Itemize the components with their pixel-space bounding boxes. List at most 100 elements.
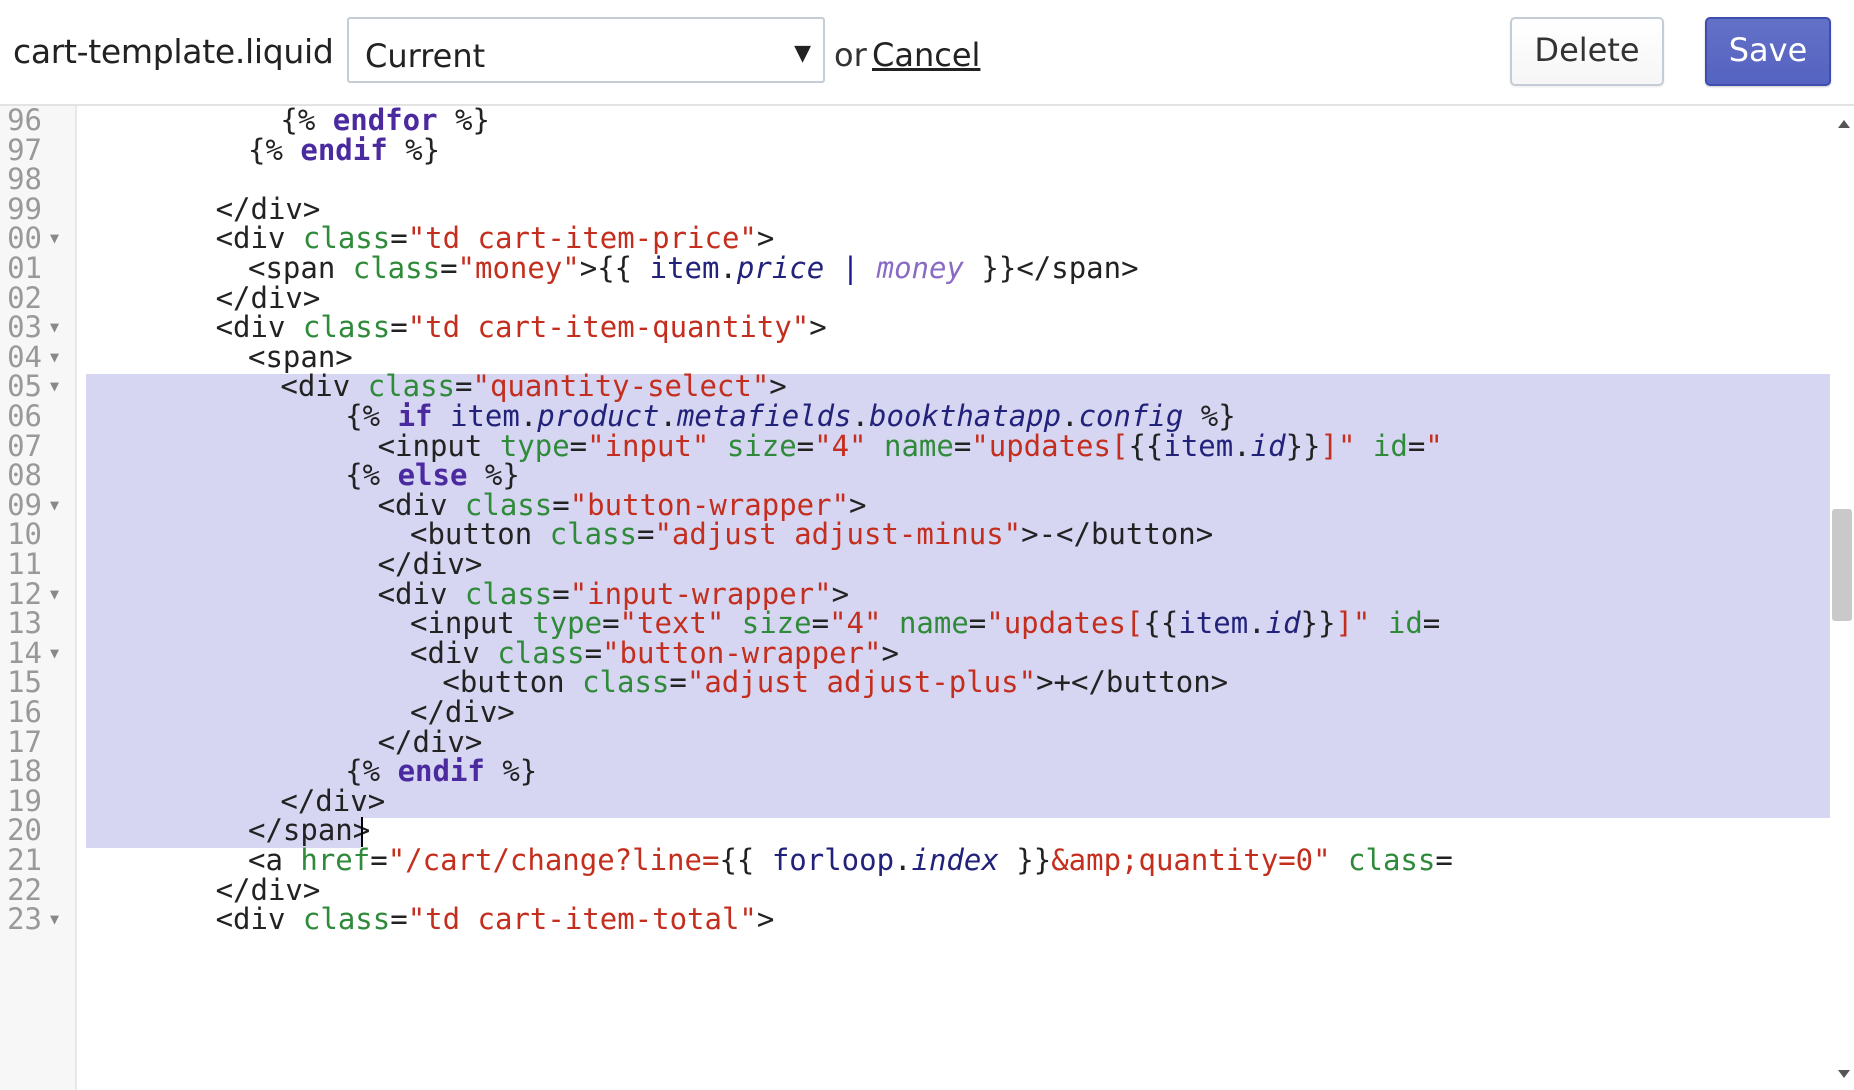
code-token: id <box>1387 606 1423 641</box>
code-token: = <box>669 665 687 700</box>
code-token: &amp;quantity=0" <box>1051 843 1331 877</box>
code-token: {% <box>248 132 301 167</box>
code-token: > <box>756 902 775 937</box>
version-select[interactable]: Current ▼ <box>347 17 825 83</box>
code-token: item <box>1178 606 1249 641</box>
code-token: %} <box>387 132 441 167</box>
code-token: = <box>1422 606 1441 641</box>
code-token: "updates[ <box>971 428 1129 463</box>
code-token: class <box>549 517 637 552</box>
code-token: <div <box>215 902 303 937</box>
code-token: "td cart-item-quantity" <box>407 310 810 345</box>
code-token: %} <box>484 754 538 789</box>
line-number-gutter: 96 97 98 99 00 ▼ 01 02 03 ▼ 04 ▼ 05 ▼ 06 07 08 09 ▼ 10 11 12 ▼… <box>0 106 77 1090</box>
code-token: >{{ <box>579 251 650 285</box>
code-token: "adjust adjust-minus" <box>654 517 1022 552</box>
code-token: > <box>809 310 827 345</box>
code-token: . <box>894 843 912 877</box>
code-token: {{ <box>1143 606 1179 641</box>
code-token: item <box>1163 428 1234 463</box>
code-token: = <box>390 310 408 345</box>
code-token: id <box>1250 428 1286 463</box>
code-line[interactable]: <button class="adjust adjust-plus">+</bu… <box>442 665 1228 700</box>
code-token: = <box>796 428 815 463</box>
code-line[interactable]: <button class="adjust adjust-minus">-</b… <box>410 517 1213 552</box>
code-editor[interactable]: 96 97 98 99 00 ▼ 01 02 03 ▼ 04 ▼ 05 ▼ 06 07 08 09 ▼ 10 11 12 ▼… <box>0 106 1854 1090</box>
code-token: price <box>736 251 825 285</box>
code-token: money <box>876 251 964 285</box>
scrollbar-thumb[interactable] <box>1832 509 1852 621</box>
code-token: . <box>1248 606 1266 641</box>
or-text: or <box>834 36 867 74</box>
code-token: class <box>352 251 441 285</box>
code-token: id <box>1372 428 1408 463</box>
code-token: }} <box>1285 428 1321 463</box>
scroll-up-arrow-icon[interactable] <box>1838 120 1850 128</box>
code-token: ]" <box>1335 606 1371 641</box>
cancel-link[interactable]: Cancel <box>872 36 980 74</box>
code-token: ]" <box>1320 428 1356 463</box>
code-token: "updates[ <box>986 606 1144 641</box>
code-token: "/cart/change?line= <box>387 843 720 877</box>
code-token: = <box>953 428 972 463</box>
delete-button[interactable]: Delete <box>1510 17 1664 86</box>
code-token: class <box>302 902 391 937</box>
code-token: }} <box>998 843 1052 877</box>
code-token: = <box>1407 428 1426 463</box>
code-line[interactable]: {% endif %} <box>248 133 440 168</box>
code-token: {{ <box>719 843 772 877</box>
code-token: = <box>1435 843 1453 877</box>
dropdown-arrow-icon: ▼ <box>794 41 811 66</box>
code-token: = <box>440 251 458 285</box>
code-line[interactable]: <div class="td cart-item-total"> <box>216 902 775 937</box>
code-token: name <box>883 428 954 463</box>
code-text-area[interactable]: {% endfor %} {% endif %} </div> <div class=… <box>86 106 1830 1090</box>
code-token: = <box>968 606 987 641</box>
code-token: "adjust adjust-plus" <box>686 665 1037 700</box>
file-name-title: cart-template.liquid <box>13 32 334 71</box>
code-token: = <box>390 902 408 937</box>
code-token: "money" <box>457 251 580 285</box>
code-token: %} <box>437 106 490 137</box>
editor-toolbar: cart-template.liquid Current ▼ or Cancel… <box>0 0 1854 106</box>
code-line[interactable]: <input type="input" size="4" name="updat… <box>378 429 1443 464</box>
code-token: forloop <box>771 843 895 877</box>
save-button[interactable]: Save <box>1705 17 1831 86</box>
code-token: = <box>370 843 388 877</box>
code-token: endif <box>397 754 485 789</box>
code-token: "td cart-item-total" <box>407 902 757 937</box>
code-token: >+</button> <box>1036 665 1229 700</box>
code-token: " <box>1425 428 1443 463</box>
fold-arrow-icon[interactable]: ▼ <box>50 902 59 937</box>
code-line[interactable]: <a href="/cart/change?line={{ forloop.in… <box>248 843 1453 878</box>
code-token: "input" <box>587 428 710 463</box>
code-token: index <box>911 843 999 877</box>
line-number-text: 23 <box>7 902 42 937</box>
code-token: name <box>898 606 969 641</box>
scroll-down-arrow-icon[interactable] <box>1838 1070 1850 1078</box>
code-token: = <box>569 428 588 463</box>
code-line[interactable]: <span class="money">{{ item.price | mone… <box>248 251 1139 286</box>
code-token: class <box>1348 843 1436 877</box>
code-token: . <box>1233 428 1251 463</box>
code-token: endif <box>300 132 388 167</box>
version-select-value: Current <box>365 37 486 75</box>
code-token: . <box>719 251 737 285</box>
code-token: >-</button> <box>1021 517 1214 552</box>
code-token: }}</span> <box>963 251 1139 285</box>
code-token: = <box>637 517 655 552</box>
code-token: id <box>1265 606 1301 641</box>
line-number: 23 ▼ <box>0 902 75 937</box>
code-token: class <box>582 665 670 700</box>
text-cursor <box>361 817 364 848</box>
code-token: {{ <box>1128 428 1164 463</box>
code-token: }} <box>1300 606 1336 641</box>
code-token: | <box>841 251 860 285</box>
